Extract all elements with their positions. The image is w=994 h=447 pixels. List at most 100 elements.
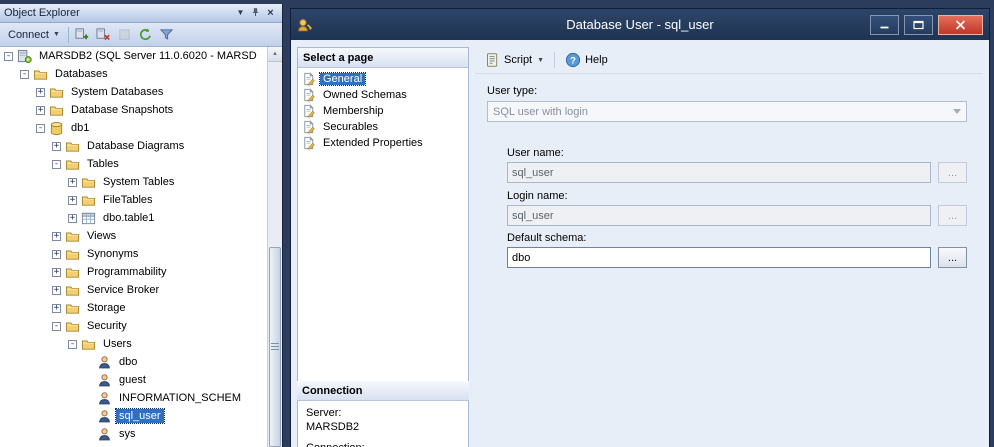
tree-item-guest[interactable]: guest [0, 371, 267, 389]
tree-item-database-diagrams[interactable]: +Database Diagrams [0, 137, 267, 155]
tree-expander-icon[interactable]: - [4, 52, 13, 61]
connect-database-button[interactable] [72, 25, 93, 45]
window-position-button[interactable]: ▼ [233, 6, 248, 20]
tree-expander-icon[interactable]: + [52, 268, 61, 277]
folder-icon [49, 85, 64, 100]
tree-item-label: Storage [84, 301, 129, 315]
refresh-button[interactable] [135, 25, 156, 45]
auto-hide-pin-button[interactable] [248, 6, 263, 20]
tree-item-synonyms[interactable]: +Synonyms [0, 245, 267, 263]
script-button[interactable]: Script ▼ [479, 50, 549, 70]
tree-scrollbar[interactable]: ▲ [267, 47, 282, 447]
folder-icon [65, 283, 80, 298]
tree-expander-icon[interactable]: + [52, 142, 61, 151]
tree-item-filetables[interactable]: +FileTables [0, 191, 267, 209]
tree-expander-icon[interactable]: - [52, 160, 61, 169]
tree-item-label: INFORMATION_SCHEM [116, 391, 244, 405]
disconnect-database-button[interactable] [93, 25, 114, 45]
connect-database-icon [75, 27, 90, 42]
user-type-dropdown[interactable]: SQL user with login [487, 101, 967, 122]
tree-expander-icon[interactable]: + [52, 250, 61, 259]
tree-item-programmability[interactable]: + Programmability [0, 263, 267, 281]
minimize-button[interactable] [870, 15, 899, 35]
stop-button [114, 25, 135, 45]
tree-item-security[interactable]: -Security [0, 317, 267, 335]
tree-expander-icon[interactable]: - [20, 70, 29, 79]
default-schema-browse-button[interactable]: ... [938, 247, 967, 268]
tree-item-databases[interactable]: - Databases [0, 65, 267, 83]
database-user-icon [297, 17, 313, 33]
scrollbar-up-arrow-icon[interactable]: ▲ [268, 47, 282, 62]
tree-item-sql-user[interactable]: sql_user [0, 407, 267, 425]
folder-icon [65, 319, 80, 334]
folder-icon [65, 301, 80, 316]
tree-item-sys[interactable]: sys [0, 425, 267, 443]
tree-expander-icon[interactable]: + [52, 232, 61, 241]
dialog-titlebar[interactable]: Database User - sql_user [291, 9, 989, 40]
tree-expander-icon[interactable]: + [68, 214, 77, 223]
connection-label: Connection: [306, 442, 460, 447]
tree-item-views[interactable]: +Views [0, 227, 267, 245]
tree-expander-icon[interactable]: + [68, 178, 77, 187]
connection-header: Connection [297, 381, 469, 401]
tree-item-label: Databases [52, 67, 111, 81]
help-button[interactable]: Help [560, 50, 613, 70]
minimize-icon [879, 20, 890, 30]
script-dropdown-chevron-icon[interactable]: ▼ [537, 57, 544, 64]
object-explorer-tree: -MARSDB2 (SQL Server 11.0.6020 - MARSD-D… [0, 47, 267, 447]
tree-item-label: Tables [84, 157, 122, 171]
browse-label: ... [948, 210, 957, 222]
filter-button[interactable] [156, 25, 177, 45]
connect-button[interactable]: Connect ▼ [3, 27, 65, 43]
page-item-general[interactable]: General [298, 71, 468, 87]
close-button[interactable] [938, 15, 983, 35]
tree-item-tables[interactable]: - Tables [0, 155, 267, 173]
close-icon [955, 20, 966, 30]
tree-item-information-schem[interactable]: INFORMATION_SCHEM [0, 389, 267, 407]
folder-icon [65, 157, 80, 172]
tree-item-system-tables[interactable]: +System Tables [0, 173, 267, 191]
dialog-body: Select a page GeneralOwned SchemasMember… [291, 40, 989, 447]
tree-item-storage[interactable]: + Storage [0, 299, 267, 317]
login-name-browse-button: ... [938, 205, 967, 226]
tree-item-db1[interactable]: -db1 [0, 119, 267, 137]
tree-item-service-broker[interactable]: +Service Broker [0, 281, 267, 299]
toolbar-separator [68, 27, 69, 43]
folder-icon [81, 193, 96, 208]
browse-label: ... [948, 167, 957, 179]
tree-expander-icon[interactable]: - [52, 322, 61, 331]
tree-item-system-databases[interactable]: +System Databases [0, 83, 267, 101]
pin-icon [250, 7, 261, 19]
object-explorer-titlebar: Object Explorer ▼ × [0, 4, 282, 23]
default-schema-value: dbo [512, 252, 530, 264]
tree-expander-icon[interactable]: + [36, 88, 45, 97]
maximize-button[interactable] [904, 15, 933, 35]
panel-close-button[interactable]: × [263, 6, 278, 20]
page-item-owned-schemas[interactable]: Owned Schemas [298, 87, 468, 103]
database-user-dialog: Database User - sql_user Select a page G… [290, 8, 990, 447]
page-item-securables[interactable]: Securables [298, 119, 468, 135]
tree-expander-icon[interactable]: - [68, 340, 77, 349]
folder-icon [33, 67, 48, 82]
tree-expander-icon[interactable]: + [52, 304, 61, 313]
tree-indent [84, 394, 93, 403]
folder-icon [49, 103, 64, 118]
tree-item-users[interactable]: -Users [0, 335, 267, 353]
tree-expander-icon[interactable]: + [36, 106, 45, 115]
user-name-value: sql_user [512, 167, 554, 179]
tree-expander-icon[interactable]: + [68, 196, 77, 205]
tree-item-marsdb2-sql-server-11-0-6020-marsd[interactable]: -MARSDB2 (SQL Server 11.0.6020 - MARSD [0, 47, 267, 65]
scrollbar-thumb[interactable] [269, 247, 281, 447]
page-item-extended-properties[interactable]: Extended Properties [298, 135, 468, 151]
tree-item-label: dbo [116, 355, 140, 369]
tree-item-dbo-table1[interactable]: +dbo.table1 [0, 209, 267, 227]
tree-item-label: Programmability [84, 265, 169, 279]
tree-expander-icon[interactable]: - [36, 124, 45, 133]
tree-item-dbo[interactable]: dbo [0, 353, 267, 371]
default-schema-field[interactable]: dbo [507, 247, 931, 268]
tree-item-database-snapshots[interactable]: +Database Snapshots [0, 101, 267, 119]
page-item-membership[interactable]: Membership [298, 103, 468, 119]
tree-indent [84, 376, 93, 385]
tree-expander-icon[interactable]: + [52, 286, 61, 295]
object-explorer-tree-area: -MARSDB2 (SQL Server 11.0.6020 - MARSD-D… [0, 47, 282, 447]
